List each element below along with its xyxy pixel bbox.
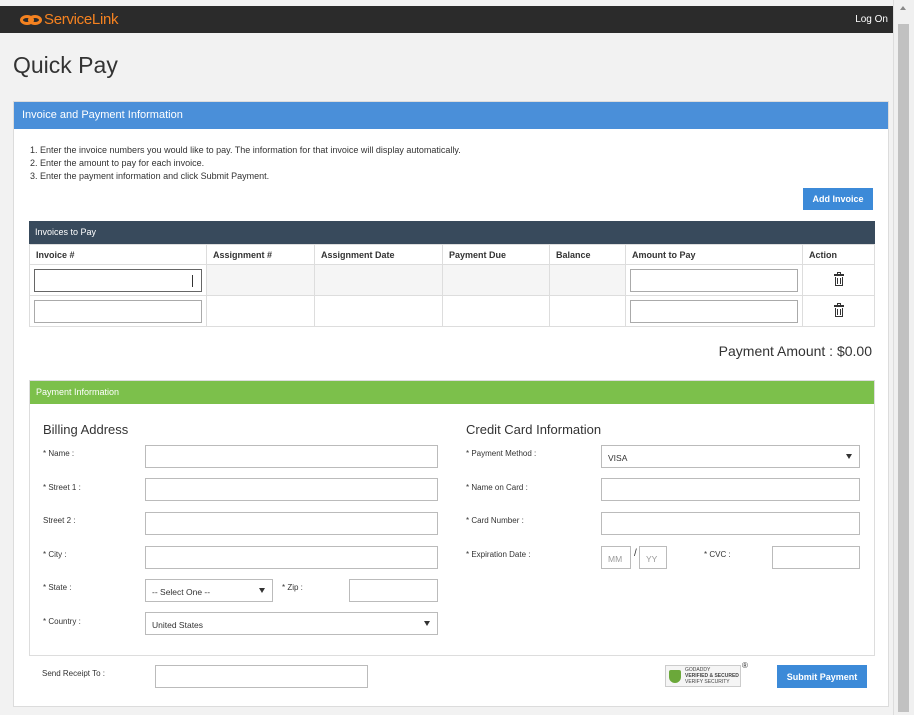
amount-to-pay-input[interactable] (630, 268, 798, 292)
chevron-down-icon (259, 588, 265, 593)
log-on-link[interactable]: Log On (855, 14, 888, 25)
payment-due-cell (442, 295, 550, 327)
assignment-cell (206, 264, 315, 296)
send-receipt-label: Send Receipt To : (42, 669, 106, 678)
invoices-to-pay-panel: Invoices to Pay Invoice # Assignment # A… (29, 221, 875, 327)
zip-input[interactable] (349, 579, 438, 602)
exp-month-input[interactable]: MM (601, 546, 631, 569)
exp-separator: / (634, 548, 637, 559)
table-header-row: Invoice # Assignment # Assignment Date P… (29, 244, 875, 265)
city-input[interactable] (145, 546, 438, 569)
servicelink-logo[interactable]: ServiceLink (20, 11, 119, 28)
payment-information-header: Payment Information (30, 381, 874, 404)
assignment-date-cell (314, 295, 443, 327)
col-action: Action (802, 244, 875, 265)
assignment-cell (206, 295, 315, 327)
col-balance: Balance (549, 244, 626, 265)
state-select[interactable]: -- Select One -- (145, 579, 273, 602)
col-assignment: Assignment # (206, 244, 315, 265)
city-label: * City : (43, 550, 67, 559)
instruction-2: 2. Enter the amount to pay for each invo… (30, 158, 205, 168)
country-select[interactable]: United States (145, 612, 438, 635)
country-select-value: United States (152, 620, 204, 630)
credit-card-title: Credit Card Information (466, 422, 602, 437)
col-invoice: Invoice # (29, 244, 207, 265)
send-receipt-input[interactable] (155, 665, 368, 688)
expiration-date-label: * Expiration Date : (466, 550, 531, 559)
payment-due-cell (442, 264, 550, 296)
card-number-input[interactable] (601, 512, 860, 535)
cvc-label: * CVC : (704, 550, 731, 559)
payment-method-select[interactable]: VISA (601, 445, 860, 468)
payment-method-value: VISA (608, 453, 628, 463)
state-label: * State : (43, 583, 72, 592)
instruction-1: 1. Enter the invoice numbers you would l… (30, 145, 461, 155)
invoice-payment-header: Invoice and Payment Information (14, 102, 888, 129)
action-cell (802, 295, 875, 327)
invoice-number-input[interactable] (34, 268, 202, 292)
godaddy-security-seal[interactable]: GODADDY VERIFIED & SECURED VERIFY SECURI… (665, 665, 741, 687)
name-on-card-label: * Name on Card : (466, 483, 528, 492)
invoices-table: Invoice # Assignment # Assignment Date P… (29, 244, 875, 327)
scroll-thumb[interactable] (898, 24, 909, 712)
add-invoice-button[interactable]: Add Invoice (803, 188, 873, 210)
trash-icon[interactable] (833, 303, 844, 317)
payment-method-label: * Payment Method : (466, 449, 537, 458)
col-amount-to-pay: Amount to Pay (625, 244, 803, 265)
invoice-number-input[interactable] (34, 299, 202, 323)
registered-mark: ® (742, 661, 748, 670)
shield-icon (669, 669, 681, 683)
table-row (29, 264, 875, 296)
table-row (29, 295, 875, 327)
exp-year-input[interactable]: YY (639, 546, 667, 569)
chevron-down-icon (424, 621, 430, 626)
amount-cell (625, 264, 803, 296)
invoice-cell (29, 264, 207, 296)
payment-amount-total: Payment Amount : $0.00 (718, 343, 872, 359)
page-title: Quick Pay (13, 52, 118, 78)
card-number-label: * Card Number : (466, 516, 524, 525)
invoice-cell (29, 295, 207, 327)
text-caret (192, 274, 193, 287)
billing-name-input[interactable] (145, 445, 438, 468)
vertical-scrollbar[interactable] (893, 0, 914, 715)
balance-cell (549, 295, 626, 327)
street1-label: * Street 1 : (43, 483, 81, 492)
billing-address-title: Billing Address (43, 422, 129, 437)
action-cell (802, 264, 875, 296)
assignment-date-cell (314, 264, 443, 296)
seal-line-3: VERIFY SECURITY (685, 679, 730, 685)
instructions: 1. Enter the invoice numbers you would l… (30, 144, 461, 183)
amount-cell (625, 295, 803, 327)
col-payment-due: Payment Due (442, 244, 550, 265)
state-select-value: -- Select One -- (152, 587, 211, 597)
street2-label: Street 2 : (43, 516, 76, 525)
chevron-down-icon (846, 454, 852, 459)
col-assignment-date: Assignment Date (314, 244, 443, 265)
scroll-up-arrow-icon[interactable] (900, 6, 906, 10)
trash-icon[interactable] (833, 272, 844, 286)
zip-label: * Zip : (282, 583, 303, 592)
name-label: * Name : (43, 449, 75, 458)
cvc-input[interactable] (772, 546, 860, 569)
invoices-to-pay-title: Invoices to Pay (29, 221, 875, 244)
instruction-3: 3. Enter the payment information and cli… (30, 171, 270, 181)
country-label: * Country : (43, 617, 81, 626)
street1-input[interactable] (145, 478, 438, 501)
balance-cell (549, 264, 626, 296)
servicelink-logo-icon (20, 13, 42, 27)
street2-input[interactable] (145, 512, 438, 535)
submit-payment-button[interactable]: Submit Payment (777, 665, 867, 688)
top-navbar: ServiceLink Log On (0, 6, 893, 33)
logo-text: ServiceLink (44, 11, 119, 28)
payment-information-panel: Payment Information Billing Address * Na… (29, 380, 875, 656)
invoice-payment-card: Invoice and Payment Information 1. Enter… (13, 101, 889, 707)
name-on-card-input[interactable] (601, 478, 860, 501)
amount-to-pay-input[interactable] (630, 299, 798, 323)
